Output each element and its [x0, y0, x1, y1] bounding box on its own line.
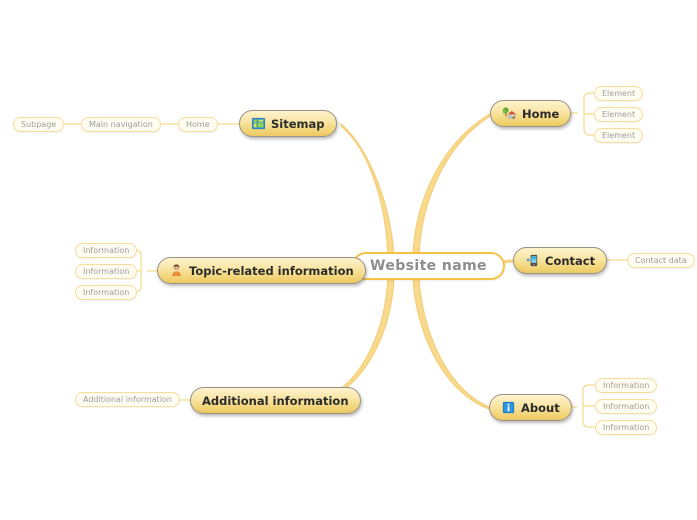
- leaf-node-label: Information: [83, 267, 130, 276]
- leaf-node-label: Home: [186, 120, 210, 129]
- leaf-node-label: Main navigation: [89, 120, 153, 129]
- leaf-node-home-element-2[interactable]: Element: [594, 107, 644, 122]
- leaf-node-label: Contact data: [635, 256, 687, 265]
- leaf-node-topic-information-3[interactable]: Information: [75, 285, 138, 300]
- leaf-node-about-information-1[interactable]: Information: [595, 378, 658, 393]
- branch-node-label: Contact: [545, 253, 596, 268]
- branch-node-sitemap[interactable]: Sitemap: [239, 110, 337, 137]
- leaf-node-topic-information-1[interactable]: Information: [75, 243, 138, 258]
- mobile-phone-icon: [526, 254, 538, 267]
- branch-node-label: Topic-related information: [189, 263, 354, 278]
- branch-node-label: Additional information: [202, 393, 349, 408]
- leaf-node-label: Element: [602, 110, 636, 119]
- branch-node-label: Sitemap: [271, 116, 325, 131]
- person-icon: [172, 264, 181, 277]
- leaf-node-about-information-3[interactable]: Information: [595, 420, 658, 435]
- leaf-node-topic-information-2[interactable]: Information: [75, 264, 138, 279]
- leaf-node-label: Element: [602, 131, 636, 140]
- sitemap-icon: [251, 117, 266, 130]
- leaf-node-label: Information: [603, 423, 650, 432]
- leaf-node-label: Element: [602, 89, 636, 98]
- branch-node-label: About: [521, 400, 560, 415]
- leaf-node-label: Information: [603, 402, 650, 411]
- leaf-node-sitemap-home[interactable]: Home: [178, 117, 218, 132]
- leaf-node-home-element-1[interactable]: Element: [594, 86, 644, 101]
- leaf-node-about-information-2[interactable]: Information: [595, 399, 658, 414]
- leaf-node-label: Additional information: [83, 395, 172, 404]
- branch-node-contact[interactable]: Contact: [513, 247, 608, 274]
- branch-node-label: Home: [522, 106, 560, 121]
- root-node-website-name[interactable]: Website name: [352, 252, 505, 280]
- branch-node-about[interactable]: About: [489, 394, 572, 421]
- edge-root-additional: [321, 275, 395, 403]
- branch-node-additional-information[interactable]: Additional information: [190, 387, 361, 414]
- leaf-node-label: Information: [603, 381, 650, 390]
- leaf-node-home-element-3[interactable]: Element: [594, 128, 644, 143]
- leaf-node-label: Information: [83, 246, 130, 255]
- edge-home-bracket: [569, 92, 594, 136]
- mindmap-canvas: Website name Sitemap Home Main navigatio…: [0, 0, 697, 520]
- leaf-node-sitemap-main-navigation[interactable]: Main navigation: [81, 117, 161, 132]
- root-node-label: Website name: [370, 258, 487, 274]
- branch-node-topic-related-information[interactable]: Topic-related information: [157, 257, 366, 284]
- info-icon: [502, 401, 515, 414]
- edge-root-about: [412, 275, 490, 410]
- edge-root-home: [412, 112, 491, 257]
- leaf-node-sitemap-subpage[interactable]: Subpage: [13, 117, 65, 132]
- home-child-edges: [569, 92, 594, 136]
- house-tree-icon: [502, 107, 517, 119]
- leaf-node-additional-information-child[interactable]: Additional information: [75, 392, 180, 407]
- leaf-node-contact-data[interactable]: Contact data: [627, 253, 695, 268]
- edge-root-sitemap: [340, 122, 395, 257]
- leaf-node-label: Subpage: [21, 120, 57, 129]
- branch-node-home[interactable]: Home: [490, 100, 572, 127]
- leaf-node-label: Information: [83, 288, 130, 297]
